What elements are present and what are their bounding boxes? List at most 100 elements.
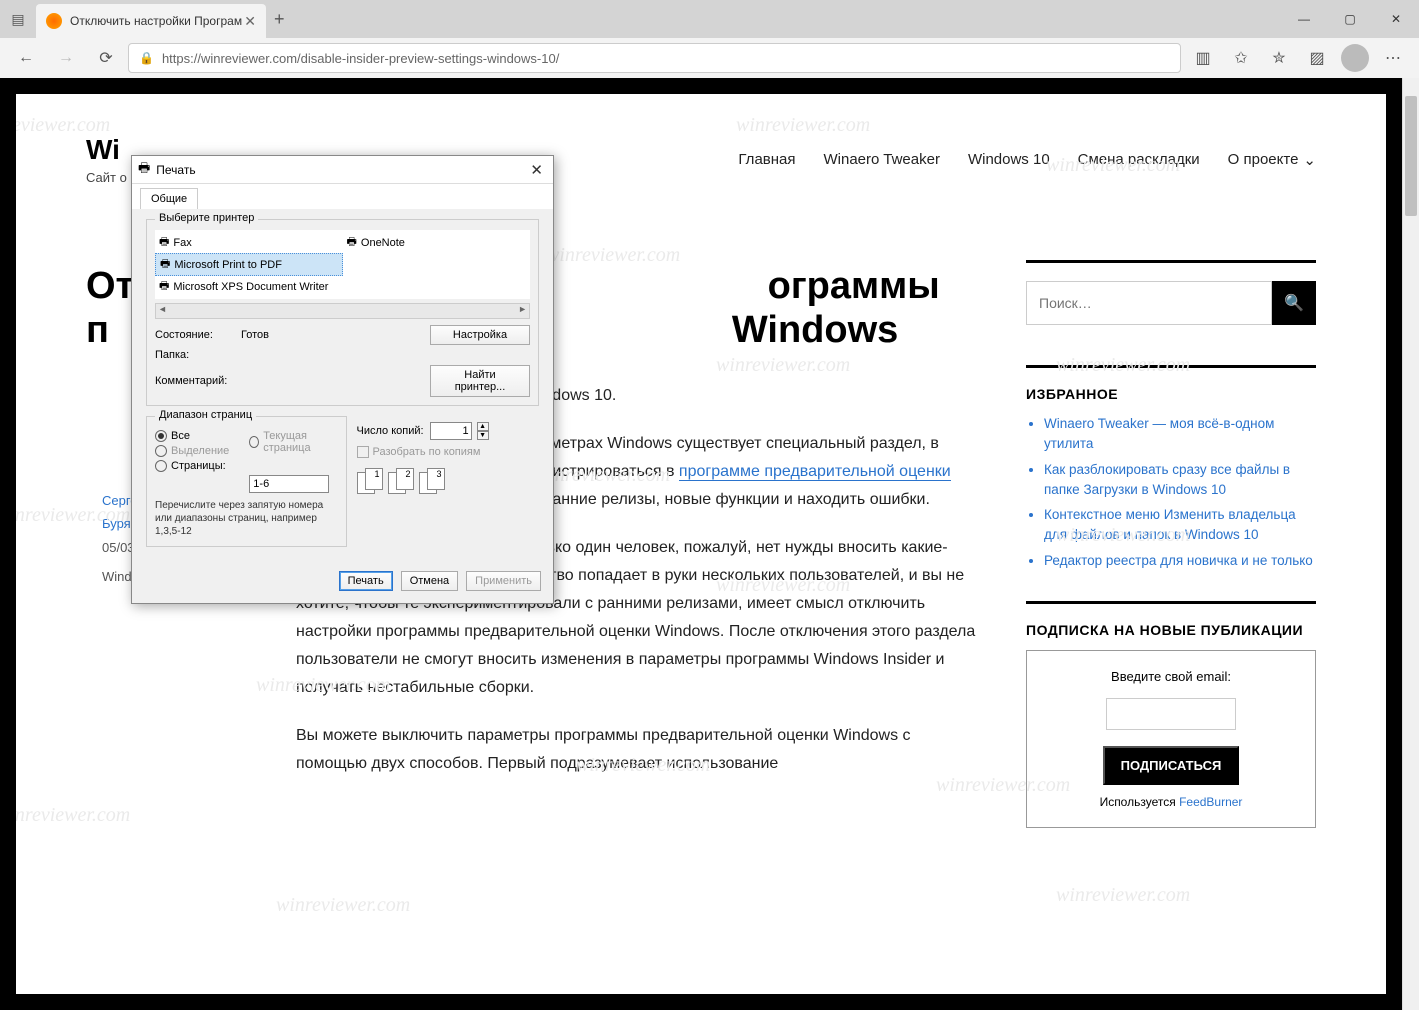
subscribe-button[interactable]: ПОДПИСАТЬСЯ (1103, 746, 1240, 785)
spin-up-icon[interactable]: ▲ (477, 422, 489, 431)
subscribe-label: Введите свой email: (1041, 669, 1301, 684)
printer-group-title: Выберите принтер (155, 212, 258, 224)
addressbar-row: ← → ⟳ 🔒 https://winreviewer.com/disable-… (0, 38, 1419, 78)
scroll-thumb[interactable] (1405, 96, 1417, 216)
favorites-star-plus-icon[interactable]: ✮ (1261, 42, 1297, 74)
featured-link[interactable]: Редактор реестра для новичка и не только (1044, 553, 1313, 568)
printer-item-fax[interactable]: 🖶Fax (155, 232, 343, 253)
dialog-titlebar[interactable]: 🖶 Печать ✕ (132, 156, 553, 184)
printer-item-xps[interactable]: 🖶Microsoft XPS Document Writer (155, 276, 343, 297)
collate-checkbox: Разобрать по копиям (357, 446, 540, 458)
copies-input[interactable] (430, 422, 472, 440)
address-bar[interactable]: 🔒 https://winreviewer.com/disable-inside… (128, 43, 1181, 73)
browser-chrome: ▤ Отключить настройки Програм ✕ + — ▢ ✕ … (0, 0, 1419, 78)
author-lastname[interactable]: Буря (102, 516, 131, 531)
printer-list: 🖶Fax 🖶OneNote 🖶Microsoft Print to PDF 🖶M… (155, 230, 530, 299)
feedburner-link[interactable]: FeedBurner (1179, 795, 1242, 809)
range-selection-radio: Выделение (155, 445, 229, 457)
search-button[interactable]: 🔍 (1272, 281, 1316, 325)
fax-icon: 🖶 (159, 233, 169, 252)
copies-spinner[interactable]: ▲▼ (477, 422, 489, 440)
range-pages-radio[interactable]: Страницы: (155, 460, 229, 472)
xps-printer-icon: 🖶 (159, 277, 169, 296)
spin-down-icon[interactable]: ▼ (477, 431, 489, 440)
vertical-scrollbar[interactable] (1402, 78, 1419, 1010)
titlebar: ▤ Отключить настройки Програм ✕ + — ▢ ✕ (0, 0, 1419, 38)
nav-layout[interactable]: Смена раскладки (1078, 151, 1200, 169)
email-field[interactable] (1106, 698, 1236, 730)
refresh-button[interactable]: ⟳ (88, 42, 124, 74)
printer-groupbox: Выберите принтер 🖶Fax 🖶OneNote 🖶Microsof… (146, 219, 539, 406)
radio-icon (249, 436, 259, 448)
nav-home[interactable]: Главная (738, 151, 795, 169)
radio-icon (155, 460, 167, 472)
apply-button: Применить (466, 571, 541, 591)
printer-settings-button[interactable]: Настройка (430, 325, 530, 345)
nav-windows10[interactable]: Windows 10 (968, 151, 1050, 169)
dialog-title: Печать (156, 163, 526, 177)
print-dialog: 🖶 Печать ✕ Общие Выберите принтер 🖶Fax 🖶… (131, 155, 554, 604)
lock-icon: 🔒 (139, 51, 154, 65)
profile-avatar[interactable] (1337, 42, 1373, 74)
radio-icon (155, 430, 167, 442)
tab-title: Отключить настройки Програм (70, 14, 242, 28)
new-tab-button[interactable]: + (274, 9, 285, 30)
print-button[interactable]: Печать (339, 571, 393, 591)
browser-tab[interactable]: Отключить настройки Програм ✕ (36, 4, 266, 38)
search-icon: 🔍 (1284, 293, 1304, 313)
window-controls: — ▢ ✕ (1281, 0, 1419, 38)
status-value: Готов (241, 329, 424, 341)
forward-button: → (48, 42, 84, 74)
maximize-button[interactable]: ▢ (1327, 0, 1373, 38)
subscribe-box: Введите свой email: ПОДПИСАТЬСЯ Использу… (1026, 650, 1316, 828)
toolbar-right: ▥ ✩ ✮ ▨ ⋯ (1185, 42, 1411, 74)
watermark: winreviewer.com (1056, 884, 1190, 907)
copies-label: Число копий: (357, 425, 424, 437)
main-nav: Главная Winaero Tweaker Windows 10 Смена… (738, 151, 1316, 169)
comment-label: Комментарий: (155, 375, 235, 387)
pages-input[interactable] (249, 475, 329, 493)
printer-item-pdf[interactable]: 🖶Microsoft Print to PDF (155, 253, 343, 276)
range-current-radio: Текущая страница (249, 430, 337, 454)
search-input[interactable] (1026, 281, 1272, 325)
insider-program-link[interactable]: программе предварительной оценки (679, 463, 951, 481)
featured-link[interactable]: Как разблокировать сразу все файлы в пап… (1044, 462, 1290, 497)
sidebar-search: 🔍 (1026, 281, 1316, 325)
range-group-title: Диапазон страниц (155, 409, 256, 421)
collate-graphic: 11 22 33 (357, 468, 540, 496)
range-all-radio[interactable]: Все (155, 430, 229, 442)
watermark: winreviewer.com (276, 894, 410, 917)
collections-icon[interactable]: ▨ (1299, 42, 1335, 74)
app-icon: ▤ (0, 0, 36, 38)
back-button[interactable]: ← (8, 42, 44, 74)
site-title[interactable]: Wi (86, 134, 127, 166)
close-window-button[interactable]: ✕ (1373, 0, 1419, 38)
printer-icon: 🖶 (138, 159, 150, 181)
close-dialog-button[interactable]: ✕ (526, 161, 547, 179)
tab-general[interactable]: Общие (140, 188, 198, 209)
minimize-button[interactable]: — (1281, 0, 1327, 38)
onenote-icon: 🖶 (347, 233, 357, 252)
dialog-footer: Печать Отмена Применить (132, 563, 553, 603)
url-text: https://winreviewer.com/disable-insider-… (162, 51, 559, 66)
site-tagline: Сайт о (86, 170, 127, 185)
featured-link[interactable]: Контекстное меню Изменить владельца для … (1044, 507, 1296, 542)
nav-tweaker[interactable]: Winaero Tweaker (824, 151, 940, 169)
copies-row: Число копий: ▲▼ (357, 422, 540, 440)
status-label: Состояние: (155, 329, 235, 341)
pdf-printer-icon: 🖶 (160, 255, 170, 274)
folder-label: Папка: (155, 349, 235, 361)
find-printer-button[interactable]: Найти принтер... (430, 365, 530, 397)
printer-list-hscroll[interactable] (155, 303, 530, 319)
close-tab-icon[interactable]: ✕ (244, 13, 256, 30)
reading-list-icon[interactable]: ▥ (1185, 42, 1221, 74)
favorite-star-icon[interactable]: ✩ (1223, 42, 1259, 74)
nav-about[interactable]: О проекте ⌄ (1228, 151, 1316, 169)
printer-item-onenote[interactable]: 🖶OneNote (343, 232, 531, 253)
cancel-button[interactable]: Отмена (401, 571, 458, 591)
subscribe-footer: Используется FeedBurner (1041, 795, 1301, 809)
page-range-groupbox: Диапазон страниц Все Выделение Страницы:… (146, 416, 347, 547)
more-menu-icon[interactable]: ⋯ (1375, 42, 1411, 74)
checkbox-icon (357, 446, 369, 458)
featured-link[interactable]: Winaero Tweaker — моя всё-в-одном утилит… (1044, 416, 1274, 451)
